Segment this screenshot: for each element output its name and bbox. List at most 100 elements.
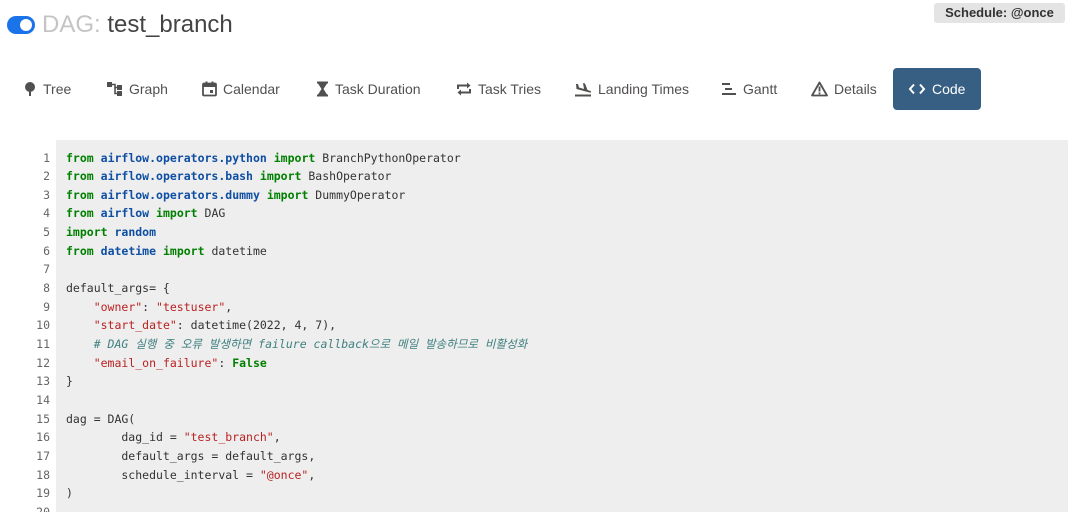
dag-pause-toggle[interactable] xyxy=(7,16,35,34)
code-text: from airflow.operators.dummy import Dumm… xyxy=(66,186,405,205)
code-text: import random xyxy=(66,223,156,242)
tab-calendar[interactable]: Calendar xyxy=(202,68,280,110)
line-number: 4 xyxy=(43,206,50,221)
code-token: import xyxy=(156,206,198,221)
code-token: schedule_interval = xyxy=(66,467,260,482)
warning-triangle-icon xyxy=(811,81,828,97)
code-token: import xyxy=(162,243,205,258)
code-token: import xyxy=(66,225,108,240)
tree-icon xyxy=(25,82,35,96)
code-token: : xyxy=(218,355,233,370)
tab-code[interactable]: Code xyxy=(893,68,981,110)
code-text: "email_on_failure": False xyxy=(66,354,267,373)
tab-task-tries[interactable]: Task Tries xyxy=(456,68,541,110)
tab-label: Calendar xyxy=(223,81,280,97)
line-number: 6 xyxy=(43,243,50,258)
code-token: False xyxy=(232,355,267,370)
tab-label: Code xyxy=(932,81,966,97)
hourglass-icon xyxy=(317,81,328,97)
line-number: 7 xyxy=(43,262,50,277)
code-token: : xyxy=(142,299,157,314)
tab-task-duration[interactable]: Task Duration xyxy=(316,68,421,110)
code-text: dag_id = "test_branch", xyxy=(66,428,280,447)
code-token: from xyxy=(66,169,94,184)
dag-header: DAG: test_branch Schedule: @once xyxy=(0,0,1068,60)
line-number: 2 xyxy=(43,169,50,184)
code-token: from xyxy=(66,206,94,221)
code-text: from datetime import datetime xyxy=(66,242,267,261)
code-text: "start_date": datetime(2022, 4, 7), xyxy=(66,316,336,335)
code-text: default_args= { xyxy=(66,279,170,298)
dag-name: test_branch xyxy=(107,11,233,38)
code-viewer: 1 from airflow.operators.python import Br… xyxy=(0,140,1068,512)
code-token: "testuser" xyxy=(156,299,226,314)
tab-label: Task Duration xyxy=(335,81,421,97)
code-text: dag = DAG( xyxy=(66,410,135,429)
dag-title: DAG: test_branch xyxy=(42,11,233,39)
line-number: 17 xyxy=(36,448,50,463)
code-token: dag_id = xyxy=(66,430,184,445)
code-token: import xyxy=(259,169,302,184)
code-token: DAG xyxy=(197,206,226,221)
code-text: # DAG 실행 중 오류 발생하면 failure callback으로 메일… xyxy=(66,335,528,354)
code-token: import xyxy=(273,150,316,165)
code-token: ) xyxy=(66,486,73,501)
code-token: airflow.operators.dummy xyxy=(100,187,260,202)
tab-graph[interactable]: Graph xyxy=(106,68,168,110)
line-number: 3 xyxy=(43,187,50,202)
code-token: } xyxy=(66,374,73,389)
line-number: 14 xyxy=(36,392,50,407)
code-token: from xyxy=(66,243,94,258)
code-text: schedule_interval = "@once", xyxy=(66,466,315,485)
code-token: import xyxy=(266,187,309,202)
tab-gantt[interactable]: Gantt xyxy=(721,68,777,110)
line-number: 15 xyxy=(36,411,50,426)
line-number: 18 xyxy=(36,467,50,482)
tab-label: Landing Times xyxy=(598,81,690,97)
code-token: "test_branch" xyxy=(183,430,274,445)
code-icon xyxy=(908,83,926,95)
code-token: "email_on_failure" xyxy=(93,355,219,370)
tab-landing-times[interactable]: Landing Times xyxy=(574,68,689,110)
line-number: 13 xyxy=(36,374,50,389)
line-number: 1 xyxy=(43,150,50,165)
line-number: 9 xyxy=(43,299,50,314)
dag-view-tabs: Tree Graph Calendar Task Duration Task T… xyxy=(0,68,1068,110)
code-token: "start_date" xyxy=(93,318,177,333)
tab-label: Task Tries xyxy=(478,81,542,97)
code-token: # DAG 실행 중 오류 발생하면 failure callback으로 메일… xyxy=(93,337,528,351)
repeat-icon xyxy=(457,82,471,96)
code-token: default_args = default_args, xyxy=(66,448,316,463)
code-token: airflow.operators.bash xyxy=(100,169,253,184)
code-token: BranchPythonOperator xyxy=(315,150,461,165)
code-token: default_args= { xyxy=(66,281,170,296)
code-token: airflow xyxy=(100,206,150,221)
plane-landing-icon xyxy=(575,83,592,97)
line-number: 8 xyxy=(43,281,50,296)
code-token: : datetime(2022, 4, 7), xyxy=(176,318,337,333)
code-text: from airflow import DAG xyxy=(66,204,225,223)
code-text: default_args = default_args, xyxy=(66,447,315,466)
code-token: from xyxy=(66,150,94,165)
tab-tree[interactable]: Tree xyxy=(23,68,71,110)
code-text: from airflow.operators.python import Bra… xyxy=(66,149,461,168)
code-token: , xyxy=(308,467,316,482)
code-token: "owner" xyxy=(93,299,143,314)
code-token: , xyxy=(225,299,233,314)
code-token: DummyOperator xyxy=(308,187,406,202)
code-text: ) xyxy=(66,484,73,503)
line-number: 19 xyxy=(36,486,50,501)
tab-label: Details xyxy=(834,81,877,97)
graph-icon xyxy=(107,82,122,96)
tab-details[interactable]: Details xyxy=(811,68,877,110)
